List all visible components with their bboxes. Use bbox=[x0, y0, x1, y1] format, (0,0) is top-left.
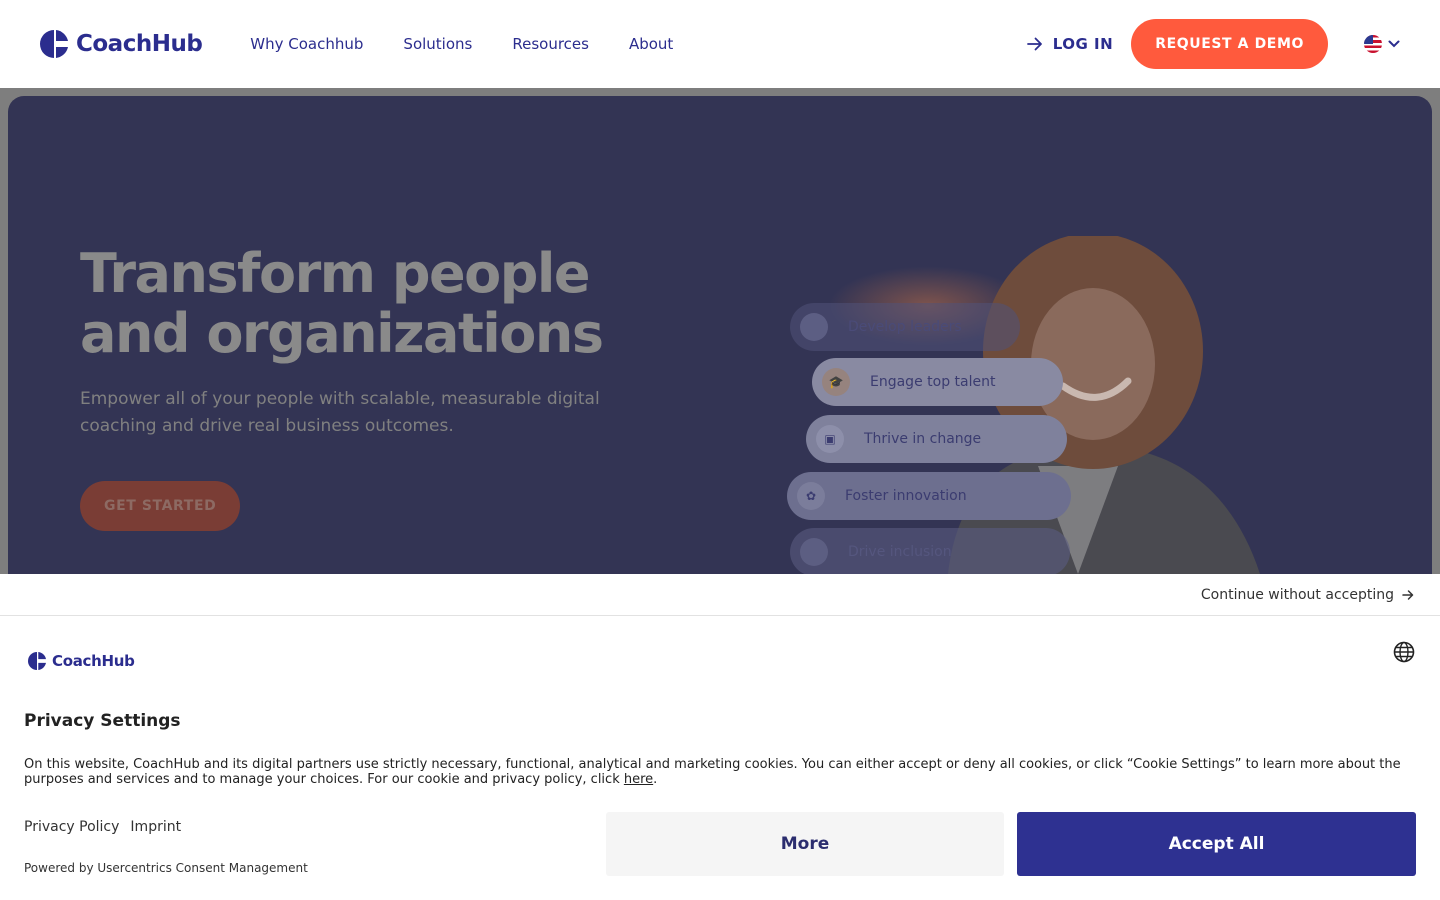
globe-icon[interactable] bbox=[1393, 641, 1415, 663]
nav-item-solutions[interactable]: Solutions bbox=[403, 35, 472, 53]
accept-all-button[interactable]: Accept All bbox=[1017, 812, 1416, 876]
pill-engage-top-talent: 🎓 Engage top talent bbox=[812, 358, 1063, 406]
graduation-cap-icon: 🎓 bbox=[822, 368, 850, 396]
hero-section: Transform people and organizations Empow… bbox=[8, 96, 1432, 574]
privacy-body-end: . bbox=[653, 772, 658, 787]
pill-label: Engage top talent bbox=[870, 374, 996, 390]
powered-by-text: Powered by Usercentrics Consent Manageme… bbox=[24, 861, 308, 875]
hero-subtitle: Empower all of your people with scalable… bbox=[80, 389, 600, 436]
privacy-settings-title: Privacy Settings bbox=[24, 711, 181, 731]
get-started-button[interactable]: GET STARTED bbox=[80, 481, 241, 531]
pill-label: Drive inclusion bbox=[848, 544, 952, 560]
us-flag-icon bbox=[1364, 35, 1382, 53]
site-header: CoachHub Why Coachhub Solutions Resource… bbox=[0, 0, 1440, 88]
privacy-description: On this website, CoachHub and its digita… bbox=[24, 757, 1414, 787]
document-icon: ▣ bbox=[816, 425, 844, 453]
language-selector[interactable] bbox=[1364, 35, 1400, 53]
banner-logo: CoachHub bbox=[28, 652, 135, 670]
request-demo-button[interactable]: REQUEST A DEMO bbox=[1131, 19, 1328, 69]
pill-label: Foster innovation bbox=[845, 488, 967, 504]
login-link[interactable]: LOG IN bbox=[1026, 35, 1114, 53]
pill-thrive-in-change: ▣ Thrive in change bbox=[806, 415, 1067, 463]
cookie-banner: Continue without accepting CoachHub Priv… bbox=[0, 574, 1440, 900]
privacy-body: On this website, CoachHub and its digita… bbox=[24, 757, 1401, 787]
continue-label: Continue without accepting bbox=[1200, 586, 1394, 603]
coachhub-logo-icon bbox=[28, 652, 46, 670]
nav-item-about[interactable]: About bbox=[629, 35, 673, 53]
chevron-down-icon bbox=[1388, 40, 1400, 48]
pill-label: Develop leaders bbox=[848, 319, 962, 335]
pill-foster-innovation: ✿ Foster innovation bbox=[787, 472, 1071, 520]
pill-label: Thrive in change bbox=[864, 431, 982, 447]
privacy-policy-link[interactable]: Privacy Policy bbox=[24, 819, 119, 835]
person-icon bbox=[800, 538, 828, 566]
nav-item-resources[interactable]: Resources bbox=[512, 35, 589, 53]
arrow-right-icon bbox=[1402, 589, 1414, 600]
more-button[interactable]: More bbox=[606, 812, 1004, 876]
login-label: LOG IN bbox=[1052, 35, 1114, 53]
imprint-link[interactable]: Imprint bbox=[130, 819, 181, 835]
lotus-icon: ✿ bbox=[797, 482, 825, 510]
target-icon bbox=[800, 313, 828, 341]
banner-logo-text: CoachHub bbox=[52, 652, 135, 670]
banner-top-bar: Continue without accepting bbox=[0, 574, 1440, 616]
main-nav: Why Coachhub Solutions Resources About bbox=[250, 35, 673, 53]
privacy-here-link[interactable]: here bbox=[624, 772, 653, 787]
hero-title: Transform people and organizations bbox=[80, 242, 604, 365]
pill-develop-leaders: Develop leaders bbox=[790, 303, 1020, 351]
nav-item-why-coachhub[interactable]: Why Coachhub bbox=[250, 35, 363, 53]
arrow-right-icon bbox=[1026, 37, 1042, 51]
continue-without-accepting-link[interactable]: Continue without accepting bbox=[1201, 587, 1414, 603]
policy-links: Privacy Policy Imprint bbox=[24, 819, 181, 835]
pill-drive-inclusion: Drive inclusion bbox=[790, 528, 1070, 574]
coachhub-logo[interactable]: CoachHub bbox=[40, 30, 203, 58]
header-actions: LOG IN REQUEST A DEMO bbox=[1026, 19, 1400, 69]
logo-text: CoachHub bbox=[76, 31, 203, 57]
coachhub-logo-icon bbox=[40, 30, 68, 58]
